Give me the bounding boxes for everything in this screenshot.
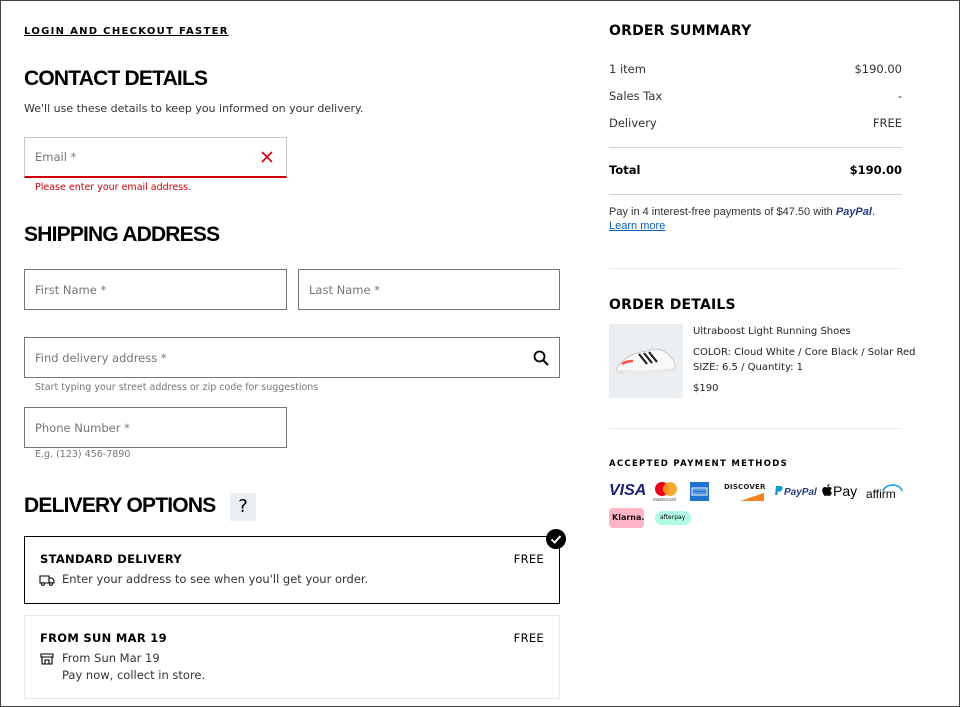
first-name-placeholder: First Name * — [35, 282, 107, 297]
store-icon — [40, 653, 54, 665]
klarna-wordmark: Klarna. — [612, 513, 645, 522]
phone-placeholder: Phone Number * — [35, 420, 130, 435]
address-hint: Start typing your street address or zip … — [35, 382, 319, 393]
address-placeholder: Find delivery address * — [35, 350, 167, 365]
product-image[interactable] — [609, 324, 683, 398]
phone-field[interactable]: Phone Number * — [24, 407, 287, 448]
divider — [609, 268, 902, 269]
affirm-wordmark: affirm — [866, 487, 896, 501]
email-placeholder: Email * — [35, 150, 77, 164]
paypal-text: Pay in 4 interest-free payments of $47.5… — [609, 206, 833, 218]
last-name-field[interactable]: Last Name * — [298, 269, 560, 310]
row-value: FREE — [872, 116, 902, 130]
row-label: 1 item — [609, 62, 646, 76]
mastercard-wordmark: mastercard — [653, 497, 676, 502]
apple-pay-icon: Pay — [822, 483, 857, 499]
row-value: $190.00 — [854, 62, 902, 76]
product-color: COLOR: Cloud White / Core Black / Solar … — [693, 347, 916, 358]
first-name-field[interactable]: First Name * — [24, 269, 287, 310]
paypal-logo: PayPal — [835, 206, 872, 218]
paypal-wordmark: PayPal — [784, 487, 817, 498]
summary-row-tax: Sales Tax - — [609, 89, 902, 103]
mastercard-icon: mastercard — [653, 481, 679, 503]
discover-wordmark: DISCOVER — [724, 483, 766, 491]
summary-row-items: 1 item $190.00 — [609, 62, 902, 76]
search-icon[interactable] — [532, 349, 550, 367]
phone-hint: E.g. (123) 456-7890 — [35, 449, 131, 460]
option-title: FROM SUN MAR 19 — [40, 631, 167, 645]
order-summary-heading: ORDER SUMMARY — [609, 23, 752, 39]
contact-subtext: We'll use these details to keep you info… — [24, 102, 364, 115]
klarna-icon: Klarna. — [609, 508, 644, 528]
afterpay-icon: afterpay — [655, 511, 691, 525]
payment-methods-heading: ACCEPTED PAYMENT METHODS — [609, 459, 788, 469]
option-description: Pay now, collect in store. — [62, 668, 206, 682]
total-value: $190.00 — [849, 163, 902, 177]
apple-pay-wordmark: Pay — [833, 483, 858, 499]
product-price: $190 — [693, 383, 719, 394]
visa-icon: VISA — [609, 482, 647, 499]
amex-icon — [690, 482, 709, 501]
divider — [609, 194, 902, 195]
row-label: Delivery — [609, 116, 657, 130]
total-label: Total — [609, 163, 641, 177]
truck-icon — [39, 575, 55, 586]
delivery-option-standard[interactable]: STANDARD DELIVERY FREE Enter your addres… — [24, 536, 560, 604]
affirm-icon: affirm — [865, 482, 903, 502]
shipping-address-heading: SHIPPING ADDRESS — [24, 223, 220, 246]
product-size-quantity: SIZE: 6.5 / Quantity: 1 — [693, 362, 804, 373]
email-field[interactable]: Email * — [24, 137, 287, 178]
clear-icon[interactable] — [260, 150, 274, 164]
divider — [609, 147, 902, 148]
learn-more-link[interactable]: Learn more — [609, 220, 665, 232]
option-date: From Sun Mar 19 — [62, 651, 160, 665]
delivery-help-button[interactable]: ? — [230, 493, 256, 521]
product-name[interactable]: Ultraboost Light Running Shoes — [693, 326, 851, 337]
delivery-option-store-pickup[interactable]: FROM SUN MAR 19 FREE From Sun Mar 19 Pay… — [24, 615, 560, 699]
selected-check-icon — [546, 529, 566, 549]
email-error: Please enter your email address. — [35, 182, 192, 193]
paypal-installments: Pay in 4 interest-free payments of $47.5… — [609, 206, 875, 218]
order-details-heading: ORDER DETAILS — [609, 297, 736, 313]
last-name-placeholder: Last Name * — [309, 282, 380, 297]
afterpay-wordmark: afterpay — [660, 514, 686, 521]
paypal-icon: PayPal — [774, 485, 817, 498]
address-search-field[interactable]: Find delivery address * — [24, 337, 560, 378]
row-label: Sales Tax — [609, 89, 663, 103]
option-description: Enter your address to see when you'll ge… — [62, 572, 369, 586]
option-price: FREE — [513, 631, 544, 645]
option-title: STANDARD DELIVERY — [40, 552, 183, 566]
discover-icon: DISCOVER — [724, 483, 766, 503]
summary-row-total: Total $190.00 — [609, 163, 902, 177]
delivery-options-heading: DELIVERY OPTIONS — [24, 494, 216, 517]
login-link[interactable]: LOGIN AND CHECKOUT FASTER — [24, 26, 229, 37]
option-price: FREE — [513, 552, 544, 566]
row-value: - — [897, 89, 902, 103]
contact-details-heading: CONTACT DETAILS — [24, 67, 208, 90]
paypal-period: . — [871, 206, 876, 218]
divider — [609, 428, 902, 429]
summary-row-delivery: Delivery FREE — [609, 116, 902, 130]
